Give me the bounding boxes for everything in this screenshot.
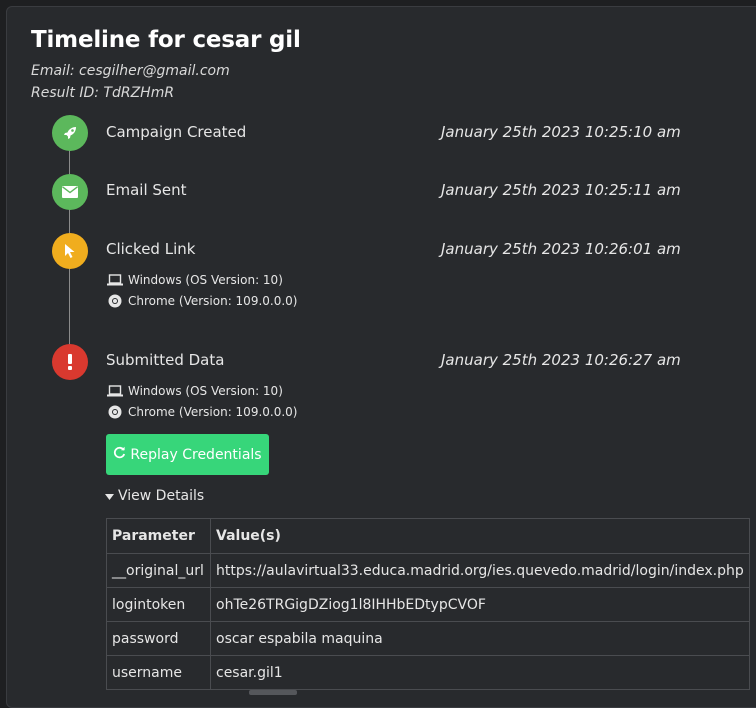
parameter-value: https://aulavirtual33.educa.madrid.org/i…	[210, 553, 750, 588]
parameter-value: ohTe26TRGigDZiog1l8IHHbEDtypCVOF	[210, 587, 750, 622]
view-details-toggle[interactable]: View Details	[105, 488, 204, 504]
horizontal-scrollbar-thumb[interactable]	[249, 690, 297, 695]
submitted-browser-detail: Chrome (Version: 109.0.0.0)	[107, 405, 297, 419]
clicked-os-detail: Windows (OS Version: 10)	[107, 273, 283, 287]
parameters-table: Parameter Value(s) __original_url https:…	[106, 518, 750, 690]
parameter-value: oscar espabila maquina	[210, 621, 750, 656]
event-label-campaign-created: Campaign Created	[106, 123, 247, 141]
submitted-browser-text: Chrome (Version: 109.0.0.0)	[128, 405, 298, 419]
envelope-icon	[52, 174, 88, 210]
submitted-os-text: Windows (OS Version: 10)	[128, 384, 283, 398]
laptop-icon	[107, 384, 123, 398]
parameter-name: __original_url	[106, 553, 211, 588]
result-id-line: Result ID: TdRZHmR	[31, 85, 175, 101]
event-time-clicked-link: January 25th 2023 10:26:01 am	[441, 240, 681, 258]
caret-down-icon	[105, 488, 114, 504]
event-time-email-sent: January 25th 2023 10:25:11 am	[441, 181, 681, 199]
event-time-campaign-created: January 25th 2023 10:25:10 am	[441, 123, 681, 141]
rocket-icon	[52, 115, 88, 151]
event-label-email-sent: Email Sent	[106, 181, 187, 199]
parameter-value: cesar.gil1	[210, 655, 750, 690]
parameter-name: password	[106, 621, 211, 656]
table-row: __original_url https://aulavirtual33.edu…	[106, 553, 750, 588]
timeline-panel: Timeline for cesar gil Email: cesgilher@…	[6, 6, 756, 708]
event-label-submitted-data: Submitted Data	[106, 351, 225, 369]
email-line: Email: cesgilher@gmail.com	[31, 63, 230, 79]
cursor-icon	[52, 233, 88, 269]
table-row: password oscar espabila maquina	[106, 621, 750, 656]
view-details-label: View Details	[118, 488, 205, 504]
table-row: username cesar.gil1	[106, 655, 750, 690]
replay-credentials-label: Replay Credentials	[130, 446, 262, 463]
table-header-row: Parameter Value(s)	[106, 518, 750, 554]
parameter-name: username	[106, 655, 211, 690]
table-row: logintoken ohTe26TRGigDZiog1l8IHHbEDtypC…	[106, 587, 750, 622]
clicked-os-text: Windows (OS Version: 10)	[128, 273, 283, 287]
clicked-browser-text: Chrome (Version: 109.0.0.0)	[128, 294, 298, 308]
exclamation-icon	[52, 344, 88, 380]
laptop-icon	[107, 273, 123, 287]
column-header-parameter: Parameter	[106, 518, 211, 554]
refresh-icon	[113, 446, 126, 463]
parameter-name: logintoken	[106, 587, 211, 622]
clicked-browser-detail: Chrome (Version: 109.0.0.0)	[107, 294, 297, 308]
event-time-submitted-data: January 25th 2023 10:26:27 am	[441, 351, 681, 369]
chrome-icon	[107, 294, 123, 308]
event-label-clicked-link: Clicked Link	[106, 240, 196, 258]
submitted-os-detail: Windows (OS Version: 10)	[107, 384, 283, 398]
replay-credentials-button[interactable]: Replay Credentials	[106, 434, 269, 475]
chrome-icon	[107, 405, 123, 419]
page-title: Timeline for cesar gil	[31, 27, 301, 53]
column-header-values: Value(s)	[210, 518, 750, 554]
